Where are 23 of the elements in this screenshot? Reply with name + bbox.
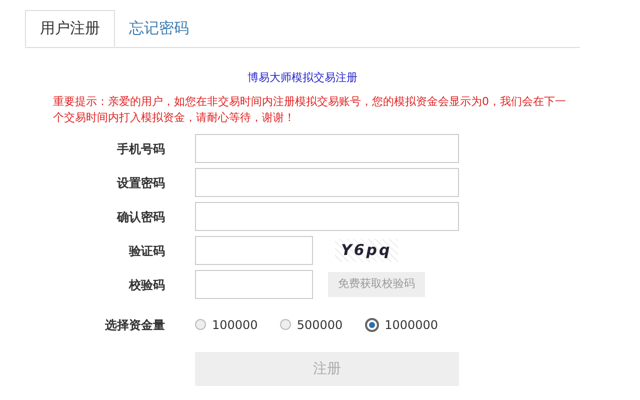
field-label: 设置密码 (116, 174, 166, 192)
radio-label: 100000 (212, 316, 258, 334)
notice-text: 重要提示：亲爱的用户，如您在非交易时间内注册模拟交易账号，您的模拟资金会显示为0，我们会在下一个交易时间内打入模拟资金，请耐心等待，谢谢！ (53, 94, 567, 126)
text-field[interactable] (195, 168, 459, 197)
radio-label: 1000000 (384, 316, 438, 334)
get-code-button[interactable]: 免费获取校验码 (328, 272, 425, 297)
text-field[interactable] (195, 202, 459, 231)
radio-button[interactable] (280, 319, 291, 330)
field-label: 验证码 (128, 242, 166, 260)
field-label: 选择资金量 (104, 316, 166, 334)
radio-button[interactable] (195, 319, 206, 330)
captcha-image[interactable]: Y6pq (335, 239, 398, 262)
form-title: 博易大师模拟交易注册 (248, 71, 358, 84)
radio-button[interactable] (364, 318, 379, 332)
tab[interactable]: 忘记密码 (115, 10, 203, 47)
text-field[interactable] (195, 236, 313, 265)
text-field[interactable] (195, 134, 459, 163)
field-label: 校验码 (128, 276, 166, 294)
text-field[interactable] (195, 270, 313, 299)
radio-label: 500000 (296, 316, 343, 334)
tab[interactable]: 用户注册 (25, 10, 115, 47)
field-label: 确认密码 (116, 208, 166, 226)
field-label: 手机号码 (116, 140, 166, 158)
